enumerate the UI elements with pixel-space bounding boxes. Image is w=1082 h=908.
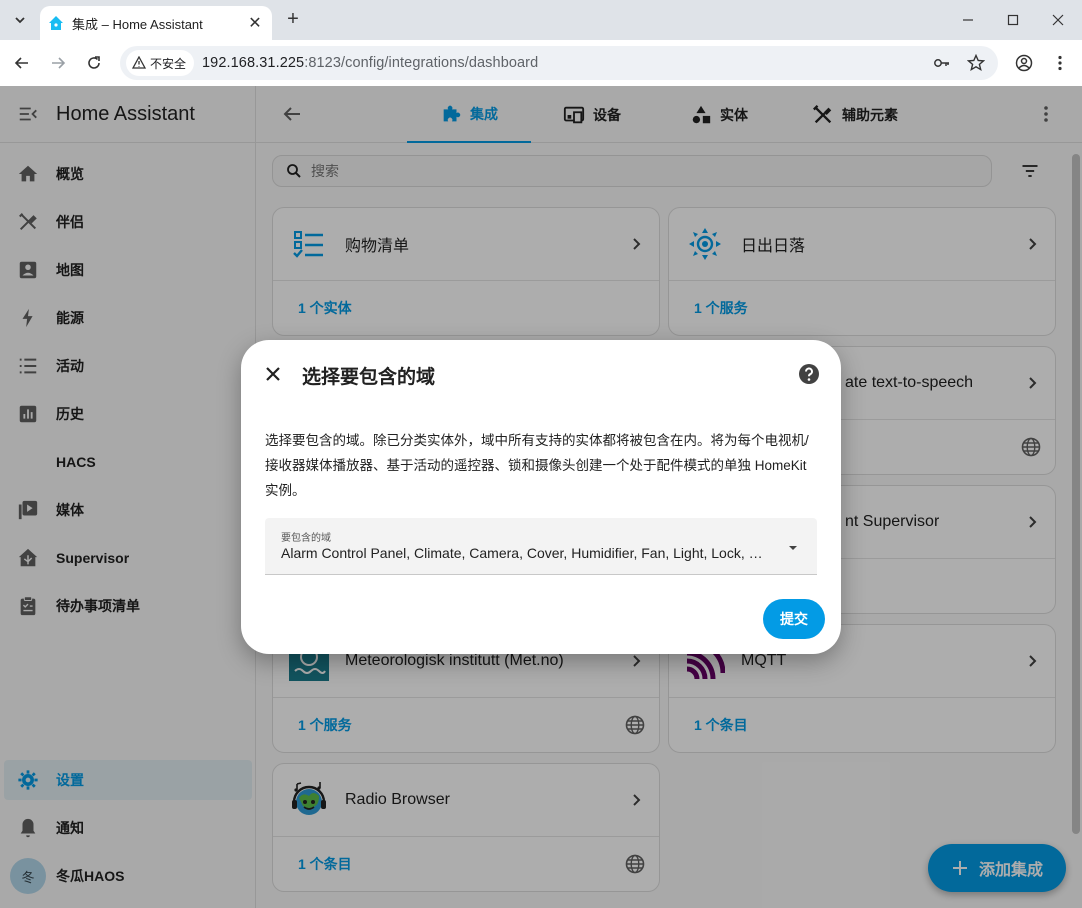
- maximize-button[interactable]: [995, 6, 1031, 34]
- dialog-description: 选择要包含的域。除已分类实体外，域中所有支持的实体都将被包含在内。将为每个电视机…: [265, 433, 809, 498]
- url-host: 192.168.31.225: [202, 55, 305, 71]
- select-value: Alarm Control Panel, Climate, Camera, Co…: [281, 545, 771, 561]
- forward-button[interactable]: [46, 51, 70, 75]
- browser-tabbar: 集成 – Home Assistant ✕ +: [0, 0, 1082, 40]
- chevron-down-icon: [15, 17, 25, 24]
- close-icon: [266, 367, 280, 381]
- submit-button[interactable]: 提交: [763, 599, 825, 639]
- domain-select-dialog: 选择要包含的域 选择要包含的域。除已分类实体外，域中所有支持的实体都将被包含在内…: [241, 340, 841, 654]
- dropdown-arrow-icon: [789, 546, 797, 550]
- url-text: 192.168.31.225:8123/config/integrations/…: [202, 55, 538, 71]
- profile-button[interactable]: [1012, 51, 1036, 75]
- tab-title: 集成 – Home Assistant: [72, 16, 203, 32]
- domains-select[interactable]: 要包含的域 Alarm Control Panel, Climate, Came…: [265, 518, 817, 575]
- more-vertical-icon: [1058, 55, 1062, 71]
- url-path: :8123/config/integrations/dashboard: [304, 55, 539, 71]
- maximize-icon: [1007, 14, 1019, 26]
- help-circle-icon: [799, 364, 819, 384]
- warning-icon: [132, 56, 146, 69]
- new-tab-button[interactable]: +: [282, 8, 304, 30]
- profile-icon: [1015, 54, 1033, 72]
- security-chip[interactable]: 不安全: [126, 50, 195, 76]
- reload-icon: [88, 56, 100, 69]
- tab-search-button[interactable]: [8, 8, 32, 32]
- dialog-title: 选择要包含的域: [302, 367, 436, 388]
- help-button[interactable]: [797, 362, 821, 386]
- back-button[interactable]: [10, 51, 34, 75]
- bookmark-star-icon[interactable]: [964, 51, 988, 75]
- browser-tab[interactable]: 集成 – Home Assistant ✕: [40, 6, 272, 40]
- security-label: 不安全: [150, 56, 187, 71]
- minimize-icon: [963, 19, 973, 21]
- tab-close-icon[interactable]: ✕: [246, 14, 264, 32]
- select-label: 要包含的域: [281, 533, 331, 544]
- home-assistant-favicon-icon: [49, 16, 63, 30]
- minimize-button[interactable]: [950, 6, 986, 34]
- dialog-close-button[interactable]: [261, 362, 285, 386]
- password-key-icon[interactable]: [930, 51, 954, 75]
- url-bar[interactable]: 不安全 192.168.31.225:8123/config/integrati…: [120, 46, 998, 80]
- close-icon: [1052, 14, 1064, 26]
- arrow-right-icon: [52, 57, 66, 69]
- address-bar: 不安全 192.168.31.225:8123/config/integrati…: [0, 40, 1082, 86]
- reload-button[interactable]: [82, 51, 106, 75]
- arrow-left-icon: [14, 57, 28, 69]
- close-window-button[interactable]: [1040, 6, 1076, 34]
- browser-menu-button[interactable]: [1048, 51, 1072, 75]
